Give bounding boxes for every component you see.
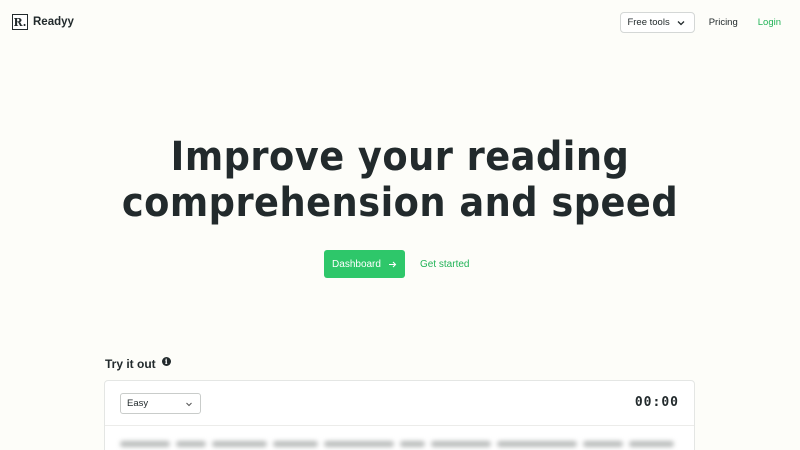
chevron-down-icon (186, 402, 192, 406)
pricing-link[interactable]: Pricing (709, 17, 738, 28)
free-tools-dropdown[interactable]: Free tools (620, 12, 695, 33)
cta-row: Dashboard Get started (324, 250, 469, 278)
timer: 00:00 (634, 395, 679, 410)
reading-panel: Easy 00:00 (104, 380, 695, 450)
free-tools-label: Free tools (627, 17, 670, 28)
try-it-title: Try it out (105, 357, 156, 371)
arrow-right-icon (388, 261, 397, 267)
hero-title-line-2: comprehension and speed (121, 180, 679, 226)
login-link[interactable]: Login (758, 17, 781, 28)
chevron-down-icon (677, 20, 685, 25)
dashboard-button[interactable]: Dashboard (324, 250, 405, 278)
top-nav: Free tools Pricing Login (620, 12, 781, 33)
blurred-reading-text (120, 441, 680, 450)
dashboard-button-label: Dashboard (332, 258, 381, 270)
get-started-link[interactable]: Get started (420, 259, 469, 270)
hero-title-line-1: Improve your reading (170, 134, 630, 180)
logo-mark: R. (12, 14, 28, 30)
difficulty-selected: Easy (127, 398, 149, 409)
info-icon[interactable]: i (161, 356, 171, 366)
reading-panel-header: Easy 00:00 (105, 381, 694, 426)
hero-title: Improve your reading comprehension and s… (32, 134, 768, 226)
page: R. Readyy Free tools Pricing Login Impro… (0, 0, 800, 450)
difficulty-select[interactable]: Easy (120, 393, 201, 414)
try-it-header: Try it out i (105, 356, 171, 371)
logo[interactable]: R. Readyy (12, 14, 74, 30)
logo-text: Readyy (33, 16, 74, 28)
